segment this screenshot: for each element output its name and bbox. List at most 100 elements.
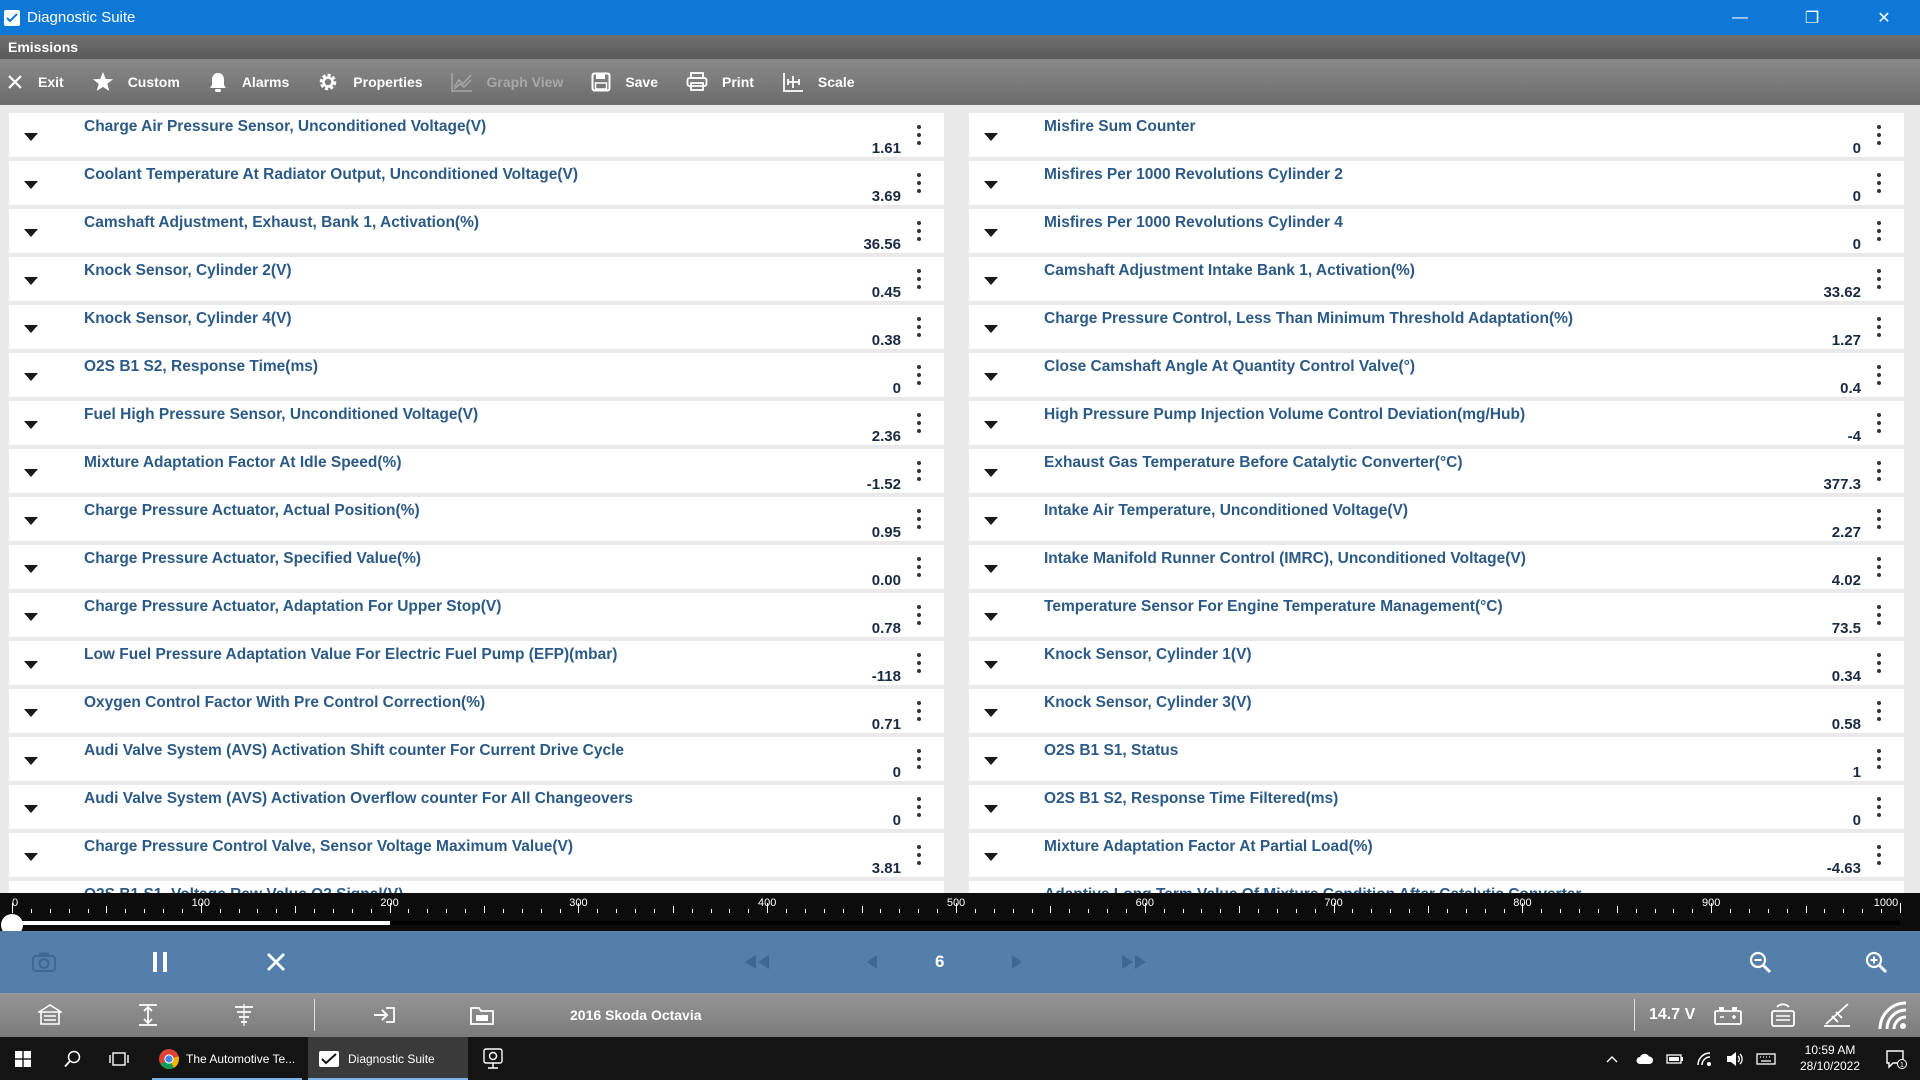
caret-down-icon[interactable] xyxy=(981,751,1001,771)
more-options-icon[interactable] xyxy=(916,557,922,581)
expand-all-button[interactable] xyxy=(132,993,164,1037)
parameter-row[interactable]: Audi Valve System (AVS) Activation Shift… xyxy=(9,737,944,781)
parameter-row[interactable]: Coolant Temperature At Radiator Output, … xyxy=(9,161,944,205)
more-options-icon[interactable] xyxy=(916,461,922,485)
caret-down-icon[interactable] xyxy=(21,463,41,483)
more-options-icon[interactable] xyxy=(1876,557,1882,581)
caret-down-icon[interactable] xyxy=(981,271,1001,291)
zoom-out-button[interactable] xyxy=(1738,931,1782,993)
next-page-button[interactable] xyxy=(995,931,1039,993)
alarms-button[interactable]: Alarms xyxy=(208,59,289,105)
more-options-icon[interactable] xyxy=(1876,461,1882,485)
caret-down-icon[interactable] xyxy=(981,415,1001,435)
maximize-button[interactable]: ❐ xyxy=(1776,0,1848,35)
more-options-icon[interactable] xyxy=(916,653,922,677)
parameter-row[interactable]: Knock Sensor, Cylinder 4(V) 0.38 xyxy=(9,305,944,349)
taskbar-clock[interactable]: 10:59 AM 28/10/2022 xyxy=(1783,1042,1877,1074)
parameter-row[interactable]: High Pressure Pump Injection Volume Cont… xyxy=(969,401,1904,445)
folder-button[interactable] xyxy=(466,993,498,1037)
caret-down-icon[interactable] xyxy=(981,559,1001,579)
start-button[interactable] xyxy=(0,1037,46,1080)
network-tray[interactable] xyxy=(1692,1037,1718,1080)
onedrive-tray[interactable] xyxy=(1632,1037,1658,1080)
more-options-icon[interactable] xyxy=(1876,605,1882,629)
parameter-row[interactable]: Intake Air Temperature, Unconditioned Vo… xyxy=(969,497,1904,541)
parameter-row[interactable]: Charge Pressure Actuator, Specified Valu… xyxy=(9,545,944,589)
taskbar-app-chrome[interactable]: The Automotive Te... xyxy=(152,1037,302,1080)
taskbar-app-tool[interactable] xyxy=(470,1037,516,1080)
parameter-row[interactable]: Camshaft Adjustment, Exhaust, Bank 1, Ac… xyxy=(9,209,944,253)
parameter-row[interactable]: Misfires Per 1000 Revolutions Cylinder 2… xyxy=(969,161,1904,205)
parameter-row[interactable]: Close Camshaft Angle At Quantity Control… xyxy=(969,353,1904,397)
parameter-row[interactable]: Misfires Per 1000 Revolutions Cylinder 4… xyxy=(969,209,1904,253)
task-view-button[interactable] xyxy=(96,1037,142,1080)
custom-button[interactable]: Custom xyxy=(92,59,180,105)
parameter-row[interactable]: Knock Sensor, Cylinder 3(V) 0.58 xyxy=(969,689,1904,733)
more-options-icon[interactable] xyxy=(916,509,922,533)
parameter-row[interactable]: Mixture Adaptation Factor At Idle Speed(… xyxy=(9,449,944,493)
more-options-icon[interactable] xyxy=(1876,365,1882,389)
more-options-icon[interactable] xyxy=(1876,221,1882,245)
parameter-row[interactable]: Knock Sensor, Cylinder 2(V) 0.45 xyxy=(9,257,944,301)
caret-down-icon[interactable] xyxy=(21,415,41,435)
parameter-row[interactable]: O2S B1 S2, Response Time Filtered(ms) 0 xyxy=(969,785,1904,829)
notifications-button[interactable]: 1 xyxy=(1876,1037,1916,1080)
parameter-row[interactable]: Oxygen Control Factor With Pre Control C… xyxy=(9,689,944,733)
parameter-row[interactable]: Fuel High Pressure Sensor, Unconditioned… xyxy=(9,401,944,445)
parameter-row[interactable]: Mixture Adaptation Factor At Partial Loa… xyxy=(969,833,1904,877)
caret-down-icon[interactable] xyxy=(981,127,1001,147)
caret-down-icon[interactable] xyxy=(21,511,41,531)
caret-down-icon[interactable] xyxy=(981,319,1001,339)
caret-down-icon[interactable] xyxy=(981,607,1001,627)
first-page-button[interactable] xyxy=(735,931,779,993)
caret-down-icon[interactable] xyxy=(21,607,41,627)
parameter-row[interactable]: O2S B1 S2, Response Time(ms) 0 xyxy=(9,353,944,397)
minimize-button[interactable]: — xyxy=(1704,0,1776,35)
parameter-row[interactable]: Charge Pressure Control Valve, Sensor Vo… xyxy=(9,833,944,877)
export-button[interactable] xyxy=(368,993,400,1037)
more-options-icon[interactable] xyxy=(1876,653,1882,677)
more-options-icon[interactable] xyxy=(1876,269,1882,293)
parameter-row[interactable]: O2S B1 S1, Status 1 xyxy=(969,737,1904,781)
more-options-icon[interactable] xyxy=(916,701,922,725)
scale-button[interactable]: Scale xyxy=(782,59,855,105)
parameter-row[interactable]: Charge Pressure Control, Less Than Minim… xyxy=(969,305,1904,349)
more-options-icon[interactable] xyxy=(916,605,922,629)
parameter-row[interactable]: Charge Air Pressure Sensor, Unconditione… xyxy=(9,113,944,157)
caret-down-icon[interactable] xyxy=(21,751,41,771)
more-options-icon[interactable] xyxy=(916,413,922,437)
caret-down-icon[interactable] xyxy=(21,223,41,243)
more-options-icon[interactable] xyxy=(916,797,922,821)
volume-tray[interactable] xyxy=(1722,1037,1748,1080)
caret-down-icon[interactable] xyxy=(981,175,1001,195)
parameter-row[interactable]: Knock Sensor, Cylinder 1(V) 0.34 xyxy=(969,641,1904,685)
more-options-icon[interactable] xyxy=(916,269,922,293)
caret-down-icon[interactable] xyxy=(21,655,41,675)
taskbar-app-diagnostic-suite[interactable]: Diagnostic Suite xyxy=(308,1037,468,1080)
more-options-icon[interactable] xyxy=(1876,701,1882,725)
parameter-row[interactable]: Intake Manifold Runner Control (IMRC), U… xyxy=(969,545,1904,589)
caret-down-icon[interactable] xyxy=(981,223,1001,243)
more-options-icon[interactable] xyxy=(916,125,922,149)
parameter-row[interactable]: Camshaft Adjustment Intake Bank 1, Activ… xyxy=(969,257,1904,301)
graph-view-button[interactable]: Graph View xyxy=(450,59,563,105)
caret-down-icon[interactable] xyxy=(21,367,41,387)
caret-down-icon[interactable] xyxy=(981,367,1001,387)
parameter-row[interactable]: Charge Pressure Actuator, Adaptation For… xyxy=(9,593,944,637)
caret-down-icon[interactable] xyxy=(21,175,41,195)
more-options-icon[interactable] xyxy=(916,365,922,389)
more-options-icon[interactable] xyxy=(916,317,922,341)
more-options-icon[interactable] xyxy=(1876,125,1882,149)
more-options-icon[interactable] xyxy=(1876,509,1882,533)
parameter-row[interactable]: Temperature Sensor For Engine Temperatur… xyxy=(969,593,1904,637)
search-button[interactable] xyxy=(50,1037,96,1080)
more-options-icon[interactable] xyxy=(1876,845,1882,869)
caret-down-icon[interactable] xyxy=(21,271,41,291)
parameter-row[interactable]: Adaptive Long Term Value Of Mixture Cond… xyxy=(969,881,1904,893)
stop-button[interactable] xyxy=(254,931,298,993)
last-page-button[interactable] xyxy=(1112,931,1156,993)
snapshot-button[interactable] xyxy=(22,931,66,993)
more-options-icon[interactable] xyxy=(1876,749,1882,773)
caret-down-icon[interactable] xyxy=(21,319,41,339)
parameter-row[interactable]: Misfire Sum Counter 0 xyxy=(969,113,1904,157)
